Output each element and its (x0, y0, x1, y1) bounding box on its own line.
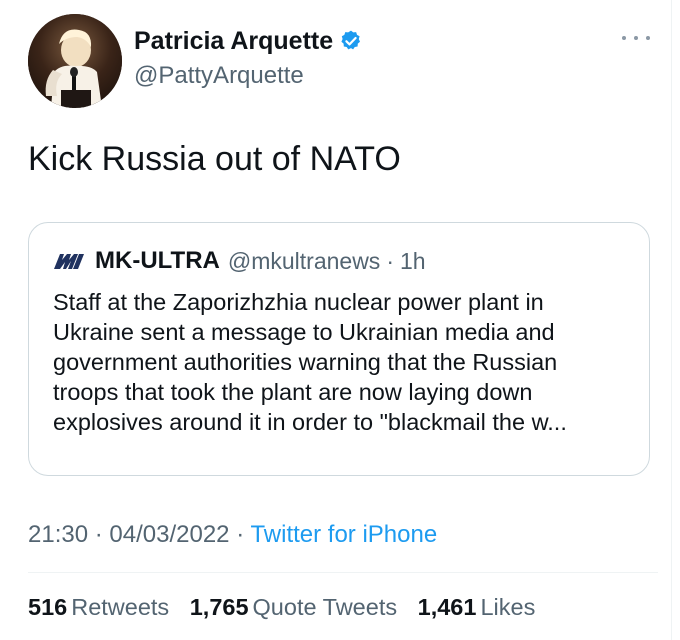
verified-badge-icon (341, 30, 361, 50)
author-handle[interactable]: @PattyArquette (134, 62, 363, 90)
retweets-label: Retweets (71, 594, 170, 620)
quoted-author-handle[interactable]: @mkultranews (228, 248, 380, 275)
tweet-timestamp: 21:30 · 04/03/2022 · Twitter for iPhone (28, 521, 437, 549)
display-name[interactable]: Patricia Arquette (134, 27, 333, 56)
quote-tweets-label: Quote Tweets (252, 594, 398, 620)
tweet-detail: Patricia Arquette @PattyArquette Kick Ru… (0, 0, 680, 640)
quoted-author-name[interactable]: MK-ULTRA (95, 247, 220, 275)
display-name-row: Patricia Arquette (134, 26, 363, 56)
timeline-border (671, 0, 672, 640)
divider (28, 572, 658, 573)
quoted-tweet-time[interactable]: 1h (400, 248, 426, 275)
tweet-time[interactable]: 21:30 (28, 521, 88, 548)
meta-separator: · (386, 247, 394, 274)
more-options-icon[interactable] (622, 30, 650, 46)
meta-separator: · (236, 521, 245, 548)
quote-tweets-count: 1,765 (189, 594, 249, 620)
meta-separator: · (94, 521, 103, 548)
tweet-date[interactable]: 04/03/2022 (109, 521, 229, 548)
likes-stat[interactable]: 1,461 Likes (418, 594, 536, 621)
quoted-tweet-card[interactable]: MK-ULTRA @mkultranews · 1h Staff at the … (28, 222, 650, 476)
quote-tweets-stat[interactable]: 1,765 Quote Tweets (190, 594, 397, 621)
likes-label: Likes (480, 594, 536, 620)
likes-count: 1,461 (417, 594, 477, 620)
tweet-text: Kick Russia out of NATO (28, 140, 401, 178)
engagement-stats: 516 Retweets 1,765 Quote Tweets 1,461 Likes (28, 594, 549, 621)
quoted-tweet-text: Staff at the Zaporizhzhia nuclear power … (53, 287, 643, 437)
mk-logo-icon (54, 254, 84, 269)
avatar-photo (28, 14, 122, 108)
quoted-tweet-header: MK-ULTRA @mkultranews · 1h (53, 247, 426, 275)
retweets-count: 516 (28, 594, 68, 620)
avatar[interactable] (28, 14, 122, 108)
quoted-text-line: Ukraine sent a message to Ukrainian medi… (53, 319, 555, 345)
quoted-text-line: troops that took the plant are now layin… (53, 379, 533, 405)
retweets-stat[interactable]: 516 Retweets (28, 594, 169, 621)
quoted-text-line: government authorities warning that the … (53, 349, 558, 375)
author-block: Patricia Arquette @PattyArquette (134, 26, 363, 90)
quoted-text-line: explosives around it in order to "blackm… (53, 409, 567, 435)
quoted-text-line: Staff at the Zaporizhzhia nuclear power … (53, 289, 544, 315)
source-link[interactable]: Twitter for iPhone (250, 521, 437, 548)
